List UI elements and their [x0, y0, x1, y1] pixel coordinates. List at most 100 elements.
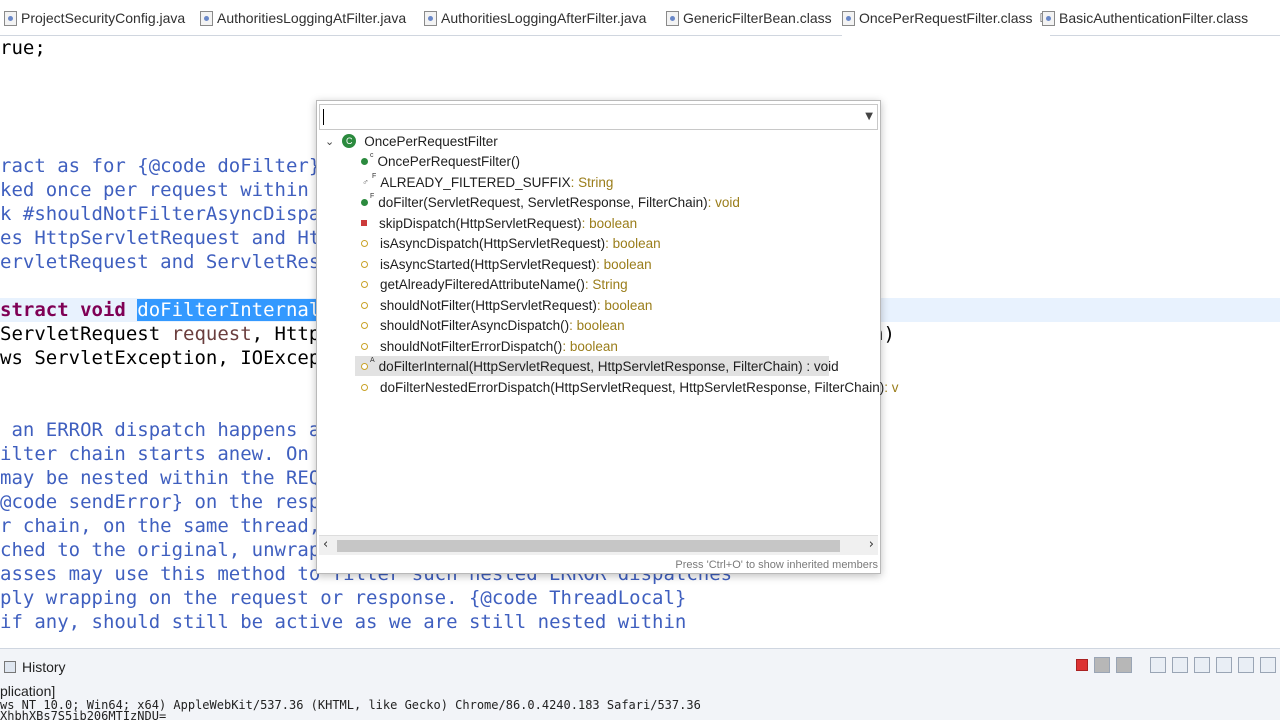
bottom-panel: History plication] ws NT 10.0; Win64; x6… — [0, 648, 1280, 720]
member-name: getAlreadyFilteredAttributeName() — [380, 276, 585, 292]
horizontal-scrollbar[interactable]: ‹ › — [319, 535, 878, 555]
comment-line: if any, should still be active as we are… — [0, 611, 687, 633]
scroll-right-icon[interactable]: › — [869, 537, 874, 552]
comment-line: ervletRequest and ServletRes — [0, 251, 321, 273]
clear-console-icon[interactable] — [1150, 657, 1166, 673]
member-name: ALREADY_FILTERED_SUFFIX — [380, 174, 571, 190]
class-name: OncePerRequestFilter — [364, 133, 498, 149]
member-type: : boolean — [596, 297, 653, 313]
member-modifier: A — [370, 356, 375, 364]
class-file-icon — [666, 10, 679, 26]
tree-member[interactable]: isAsyncStarted(HttpServletRequest) : boo… — [361, 254, 652, 274]
expand-chevron-icon[interactable]: ⌄ — [325, 135, 334, 148]
member-name: doFilterInternal(HttpServletRequest, Htt… — [378, 358, 839, 374]
member-modifier: c — [370, 151, 374, 159]
tree-member[interactable]: shouldNotFilter(HttpServletRequest) : bo… — [361, 295, 652, 315]
tab-basic-authentication-filter[interactable]: BasicAuthenticationFilter.class — [1042, 0, 1248, 36]
console-output-line: XhbhXBs7S5ib206MTIzNDU= — [0, 709, 167, 720]
tree-member[interactable]: shouldNotFilterAsyncDispatch() : boolean — [361, 315, 625, 335]
outline-filter-input[interactable]: ▼ — [319, 104, 878, 130]
member-type: : boolean — [569, 317, 625, 333]
scroll-lock-icon[interactable] — [1172, 657, 1188, 673]
history-tab[interactable]: History — [4, 659, 66, 675]
protected-method-icon — [361, 321, 368, 329]
tree-member[interactable]: shouldNotFilterErrorDispatch() : boolean — [361, 336, 618, 356]
tree-member[interactable]: F doFilter(ServletRequest, ServletRespon… — [361, 192, 740, 212]
comment-line: ply wrapping on the request or response.… — [0, 587, 687, 609]
keyword-text: stract void — [0, 299, 138, 321]
tab-label: BasicAuthenticationFilter.class — [1059, 10, 1249, 26]
member-name: shouldNotFilterAsyncDispatch() — [380, 317, 570, 333]
tab-once-per-request-filter[interactable]: OncePerRequestFilter.class ☒ — [842, 0, 1051, 36]
member-type: : boolean — [562, 338, 618, 354]
member-type: : String — [584, 276, 628, 292]
method-declaration-line: stract void doFilterInternal — [0, 298, 321, 322]
tree-member[interactable]: ♂ F ALREADY_FILTERED_SUFFIX : String — [361, 172, 613, 192]
scrollbar-thumb[interactable] — [337, 540, 840, 552]
tab-label: AuthoritiesLoggingAfterFilter.java — [441, 10, 647, 26]
history-icon — [4, 661, 16, 673]
show-console-icon[interactable] — [1216, 657, 1232, 673]
tab-authorities-logging-after-filter[interactable]: AuthoritiesLoggingAfterFilter.java — [424, 0, 646, 36]
class-icon: C — [342, 134, 357, 148]
member-modifier: F — [372, 172, 377, 180]
member-type: : void — [707, 194, 740, 210]
code-text: , Http — [251, 323, 321, 345]
selected-method-name[interactable]: doFilterInternal — [137, 299, 321, 321]
member-name: skipDispatch(HttpServletRequest) — [379, 215, 582, 231]
class-file-icon — [1042, 10, 1055, 26]
member-name: OncePerRequestFilter() — [377, 153, 521, 169]
comment-line: k #shouldNotFilterAsyncDispa — [0, 203, 321, 225]
popup-hint: Press 'Ctrl+O' to show inherited members — [675, 559, 878, 571]
tab-project-security-config[interactable]: ProjectSecurityConfig.java — [4, 0, 185, 36]
console-title: plication] — [0, 683, 56, 699]
member-name: doFilter(ServletRequest, ServletResponse… — [378, 194, 708, 210]
word-wrap-icon[interactable] — [1194, 657, 1210, 673]
comment-line: ract as for {@code doFilter} — [0, 155, 321, 177]
member-type: : boolean — [596, 256, 652, 272]
text-caret — [323, 109, 324, 125]
tree-member[interactable]: doFilterNestedErrorDispatch(HttpServletR… — [361, 377, 898, 397]
terminate-icon[interactable] — [1076, 659, 1088, 671]
parameter-name: request — [171, 323, 252, 345]
remove-all-terminated-icon[interactable] — [1116, 657, 1132, 673]
protected-method-icon — [361, 383, 368, 391]
throws-line: ws ServletException, IOExcep — [0, 347, 321, 369]
member-name: shouldNotFilter(HttpServletRequest) — [380, 297, 597, 313]
tree-member[interactable]: skipDispatch(HttpServletRequest) : boole… — [361, 213, 637, 233]
java-file-icon — [200, 10, 213, 26]
tab-label: AuthoritiesLoggingAtFilter.java — [217, 10, 407, 26]
private-method-icon — [361, 220, 367, 226]
tree-member-selected[interactable]: A doFilterInternal(HttpServletRequest, H… — [317, 356, 880, 376]
comment-line: ched to the original, unwrap — [0, 539, 321, 561]
pin-console-icon[interactable] — [1238, 657, 1254, 673]
tab-authorities-logging-at-filter[interactable]: AuthoritiesLoggingAtFilter.java — [200, 0, 406, 36]
quick-outline-popup[interactable]: ▼ ⌄ C OncePerRequestFilter c OncePerRequ… — [316, 100, 898, 574]
protected-abstract-method-icon — [361, 362, 368, 370]
view-menu-chevron-down-icon[interactable]: ▼ — [865, 111, 873, 122]
code-text: ServletRequest — [0, 323, 172, 345]
protected-method-icon — [361, 342, 368, 350]
tree-member[interactable]: c OncePerRequestFilter() — [361, 151, 520, 171]
comment-line: may be nested within the REQ — [0, 467, 321, 489]
field-icon: ♂ — [362, 177, 369, 187]
comment-line: @code sendError} on the resp — [0, 491, 321, 513]
scroll-left-icon[interactable]: ‹ — [323, 537, 328, 552]
tab-generic-filter-bean[interactable]: GenericFilterBean.class — [666, 0, 832, 36]
remove-launch-icon[interactable] — [1094, 657, 1110, 673]
tree-class-node[interactable]: ⌄ C OncePerRequestFilter — [325, 131, 498, 151]
member-name: doFilterNestedErrorDispatch(HttpServletR… — [380, 379, 885, 395]
tree-member[interactable]: isAsyncDispatch(HttpServletRequest) : bo… — [361, 233, 661, 253]
tab-label: GenericFilterBean.class — [683, 10, 832, 26]
tab-label: ProjectSecurityConfig.java — [21, 10, 186, 26]
comment-line: ilter chain starts anew. On — [0, 443, 309, 465]
tree-member[interactable]: getAlreadyFilteredAttributeName() : Stri… — [361, 274, 628, 294]
member-modifier: F — [370, 192, 375, 200]
console-toolbar — [1076, 657, 1276, 673]
public-method-icon — [361, 198, 368, 206]
protected-method-icon — [361, 239, 368, 247]
display-console-icon[interactable] — [1260, 657, 1276, 673]
history-label: History — [22, 659, 66, 675]
java-file-icon — [424, 10, 437, 26]
editor-tab-bar: ProjectSecurityConfig.java AuthoritiesLo… — [0, 0, 1280, 36]
